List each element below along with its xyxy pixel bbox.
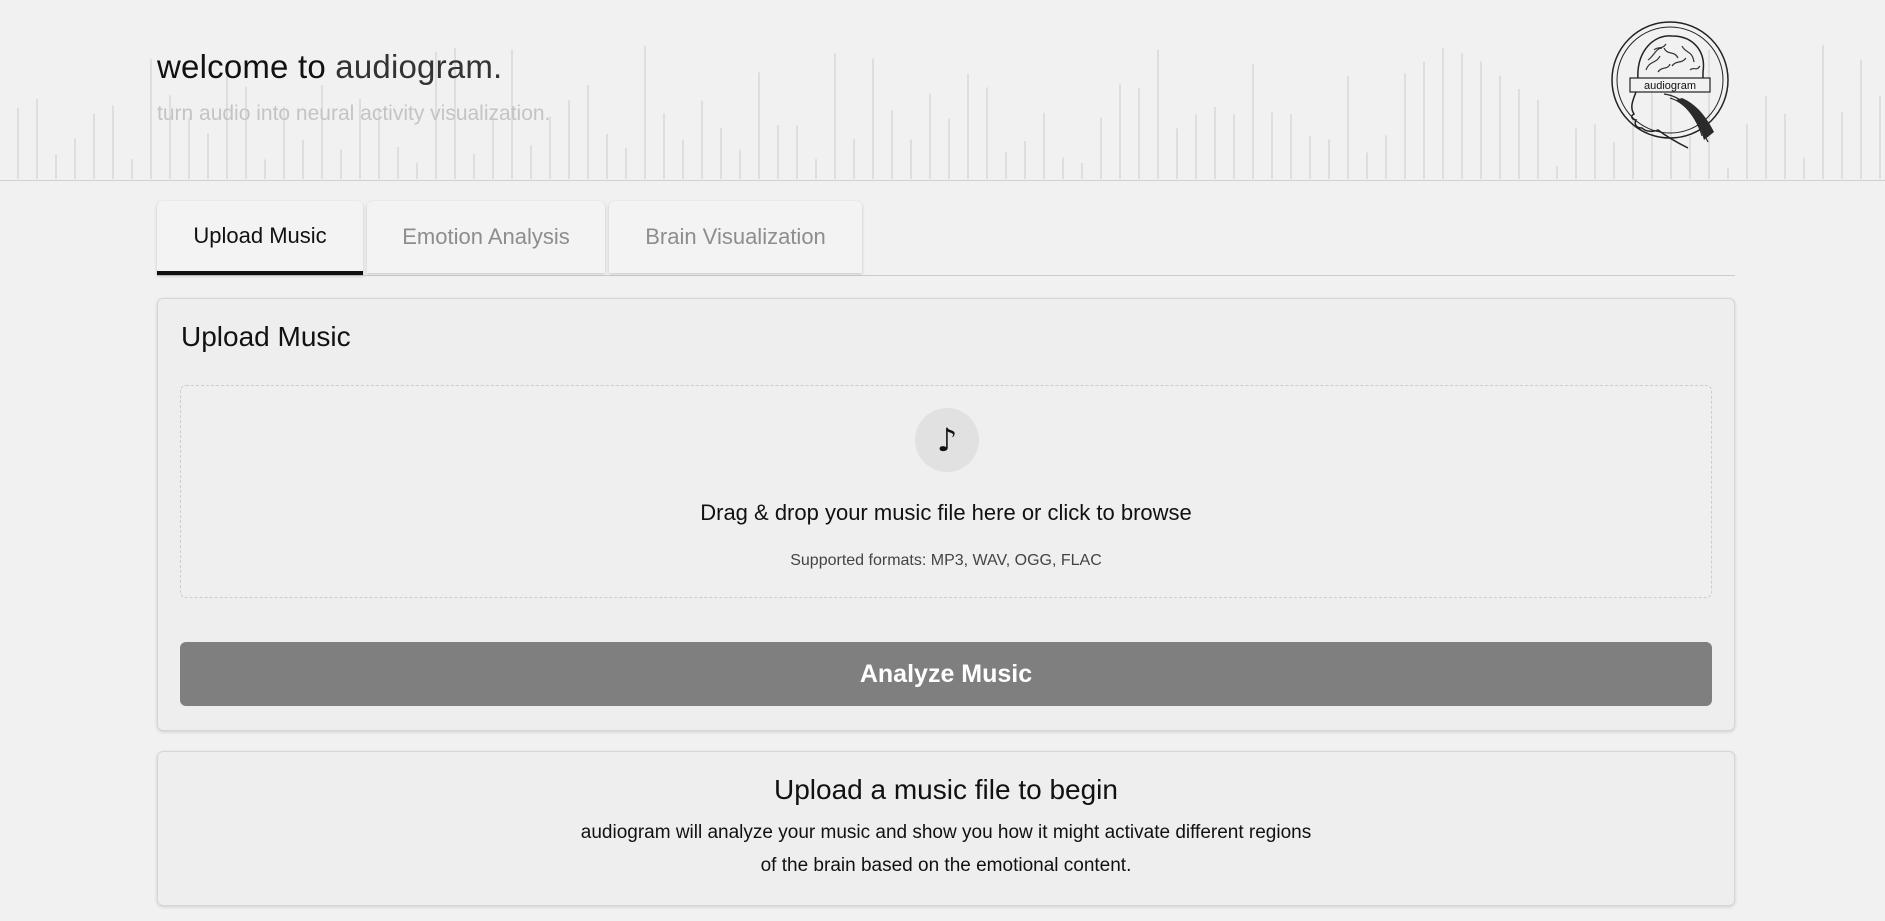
logo-text: audiogram [1644,80,1696,92]
upload-card-title: Upload Music [181,321,351,352]
page-title: welcome to audiogram. [157,48,502,86]
brain-head-icon: audiogram [1611,21,1729,149]
file-dropzone[interactable]: ♪ Drag & drop your music file here or cl… [180,385,1712,598]
analyze-music-button[interactable]: Analyze Music [180,642,1712,706]
info-card: Upload a music file to begin audiogram w… [157,751,1735,906]
waveform-background [17,45,1881,179]
tab-bar: Upload Music Emotion Analysis Brain Visu… [157,201,1735,276]
info-description-line-1: audiogram will analyze your music and sh… [580,822,1312,843]
app-header: welcome to audiogram. turn audio into ne… [0,0,1885,181]
tab-brain-visualization[interactable]: Brain Visualization [609,201,862,273]
page-subtitle: turn audio into neural activity visualiz… [157,102,551,125]
info-title: Upload a music file to begin [774,774,1118,805]
tab-upload-music[interactable]: Upload Music [157,201,363,275]
tab-emotion-analysis[interactable]: Emotion Analysis [367,201,605,273]
upload-card: Upload Music ♪ Drag & drop your music fi… [157,298,1735,731]
title-brand: audiogram. [335,48,503,85]
music-note-icon: ♪ [915,408,979,472]
supported-formats: Supported formats: MP3, WAV, OGG, FLAC [790,552,1102,569]
info-description-line-2: of the brain based on the emotional cont… [760,855,1132,876]
dropzone-instructions: Drag & drop your music file here or clic… [700,500,1192,525]
title-prefix: welcome to [157,48,336,85]
